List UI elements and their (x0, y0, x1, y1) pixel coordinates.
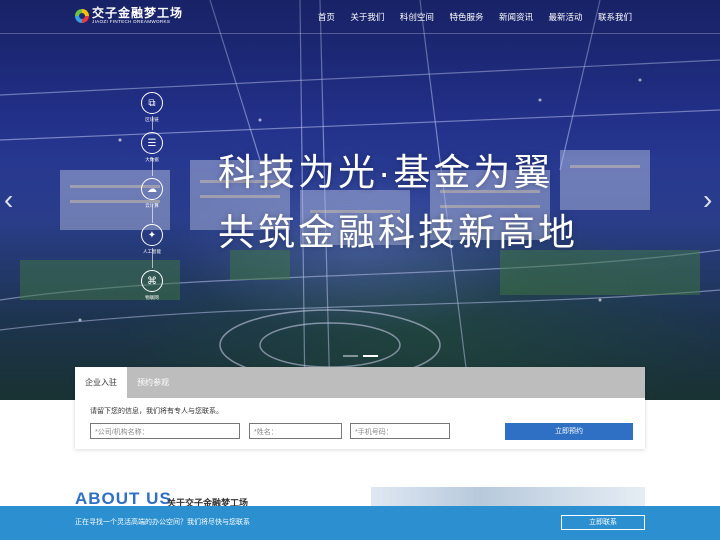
nav-item-about[interactable]: 关于我们 (350, 11, 384, 23)
hero-banner: 交子金融梦工场 JIAOZI FINTECH DREAMWORKS 首页 关于我… (0, 0, 720, 400)
hero-headline-line1: 科技为光·基金为翼 (218, 152, 554, 193)
name-field[interactable]: *姓名： (249, 423, 342, 439)
database-icon: ☰ (141, 132, 163, 154)
nav-item-news[interactable]: 新闻资讯 (499, 11, 533, 23)
nav-item-services[interactable]: 特色服务 (449, 11, 483, 23)
iot-network-icon: ⌘ (141, 270, 163, 292)
slider-dot[interactable] (343, 355, 358, 357)
phone-field[interactable]: *手机号码： (350, 423, 450, 439)
slider-prev-icon[interactable]: ‹ (4, 186, 13, 214)
feature-cloud: ☁ 云计算 (138, 178, 166, 209)
logo[interactable]: 交子金融梦工场 JIAOZI FINTECH DREAMWORKS (75, 7, 183, 25)
nav-item-home[interactable]: 首页 (318, 11, 335, 23)
cloud-icon: ☁ (141, 178, 163, 200)
logo-icon (75, 9, 89, 23)
slider-pagination (343, 355, 383, 357)
nav-item-contact[interactable]: 联系我们 (598, 11, 632, 23)
nav-item-events[interactable]: 最新活动 (548, 11, 582, 23)
page: 交子金融梦工场 JIAOZI FINTECH DREAMWORKS 首页 关于我… (0, 0, 720, 540)
feature-iot: ⌘ 物联网 (138, 270, 166, 301)
blockchain-icon: ⧉ (141, 92, 163, 114)
feature-bigdata: ☰ 大数据 (138, 132, 166, 163)
header-divider (0, 33, 720, 34)
company-name-field[interactable]: *公司/机构名称： (90, 423, 240, 439)
main-nav: 首页 关于我们 科创空间 特色服务 新闻资讯 最新活动 联系我们 (302, 11, 632, 23)
form-tabs: 企业入驻 预约参观 (75, 367, 645, 398)
contact-bar: 正在寻找一个灵活高端的办公空间？我们将尽快与您联系 立即联系 (0, 506, 720, 540)
logo-title: 交子金融梦工场 (92, 6, 184, 20)
form-hint: 请留下您的信息，我们将有专人与您联系。 (90, 408, 223, 415)
feature-blockchain: ⧉ 区块链 (138, 92, 166, 123)
slider-next-icon[interactable]: › (703, 186, 712, 214)
submit-appointment-button[interactable]: 立即预约 (505, 423, 633, 440)
nav-item-space[interactable]: 科创空间 (400, 11, 434, 23)
feature-ai: ✦ 人工智能 (138, 224, 166, 255)
tab-enterprise-entry[interactable]: 企业入驻 (75, 367, 127, 398)
ai-chip-icon: ✦ (141, 224, 163, 246)
contact-now-button[interactable]: 立即联系 (561, 515, 645, 530)
site-header: 交子金融梦工场 JIAOZI FINTECH DREAMWORKS 首页 关于我… (0, 0, 720, 34)
tab-visit-booking[interactable]: 预约参观 (127, 367, 179, 398)
appointment-form: 企业入驻 预约参观 请留下您的信息，我们将有专人与您联系。 *公司/机构名称： … (75, 367, 645, 449)
hero-background-image (0, 0, 720, 400)
contact-bar-text: 正在寻找一个灵活高端的办公空间？我们将尽快与您联系 (75, 519, 250, 526)
hero-headline-line2: 共筑金融科技新高地 (218, 212, 578, 253)
logo-subtitle: JIAOZI FINTECH DREAMWORKS (92, 19, 171, 24)
slider-dot-active[interactable] (363, 355, 378, 357)
